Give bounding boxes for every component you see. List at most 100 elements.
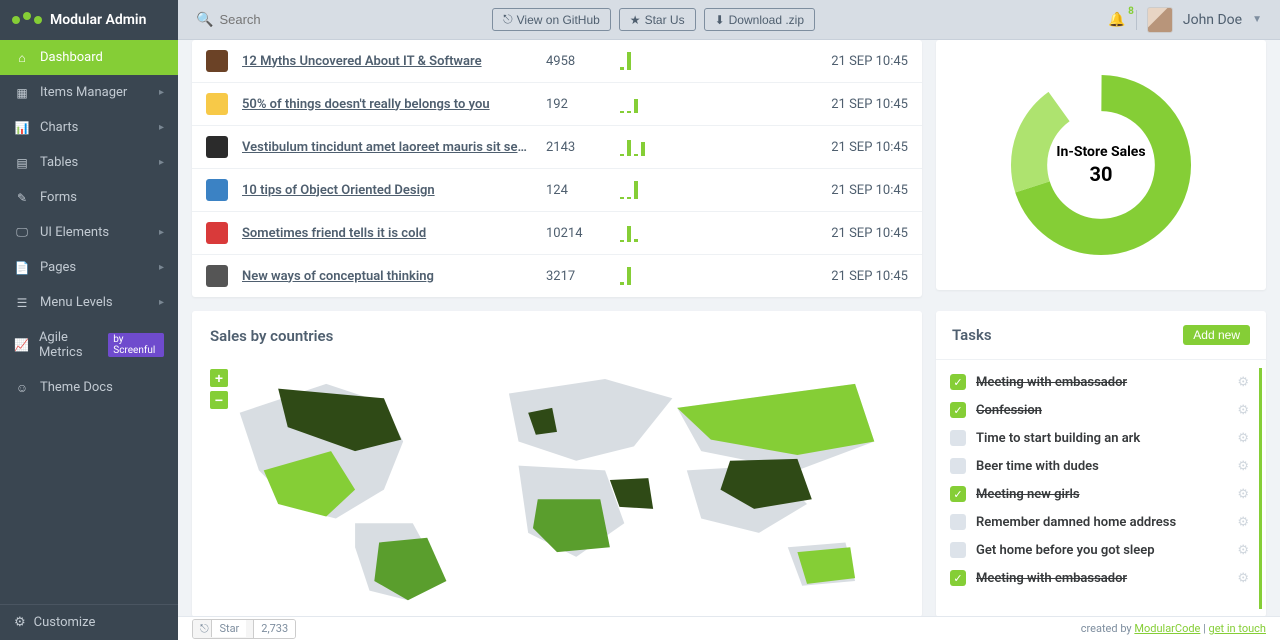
task-item: ✓ Meeting new girls ⚙ <box>950 480 1249 508</box>
nav-icon: ✎ <box>14 191 30 205</box>
article-sparkline <box>620 224 730 242</box>
donut-label: In-Store Sales 30 <box>1056 144 1145 186</box>
sidebar-item-items-manager[interactable]: ▦Items Manager▸ <box>0 75 178 110</box>
articles-table: 12 Myths Uncovered About IT & Software 4… <box>192 40 922 297</box>
task-checkbox[interactable] <box>950 430 966 446</box>
github-star-label: ⎋ Star <box>193 620 253 638</box>
tasks-card: Tasks Add new ✓ Meeting with embassador … <box>936 311 1266 616</box>
footer: ⎋ Star 2,733 created by ModularCode | ge… <box>178 616 1280 640</box>
nav-icon: 🖵 <box>14 225 30 240</box>
footer-link-contact[interactable]: get in touch <box>1209 622 1266 635</box>
task-gear-icon[interactable]: ⚙ <box>1237 543 1249 558</box>
article-row: 50% of things doesn't really belongs to … <box>192 83 922 126</box>
article-icon <box>206 265 228 287</box>
sidebar-item-agile-metrics[interactable]: 📈Agile Metricsby Screenful <box>0 320 178 370</box>
tasks-header: Tasks Add new <box>936 311 1266 360</box>
notifications-button[interactable]: 🔔8 <box>1108 12 1125 28</box>
github-star-widget[interactable]: ⎋ Star 2,733 <box>192 619 296 639</box>
task-gear-icon[interactable]: ⚙ <box>1237 515 1249 530</box>
footer-link-modularcode[interactable]: ModularCode <box>1134 622 1200 635</box>
article-title-link[interactable]: New ways of conceptual thinking <box>242 269 532 284</box>
search-input[interactable] <box>219 12 339 27</box>
sidebar-item-theme-docs[interactable]: ☺Theme Docs <box>0 370 178 405</box>
article-title-link[interactable]: Vestibulum tincidunt amet laoreet mauris… <box>242 140 532 155</box>
task-text: Time to start building an ark <box>976 431 1227 446</box>
nav-icon: 📈 <box>14 338 29 352</box>
nav-label: Tables <box>40 155 78 170</box>
sidebar-item-charts[interactable]: 📊Charts▸ <box>0 110 178 145</box>
map-zoom: + − <box>210 369 228 409</box>
chevron-down-icon[interactable]: ▼ <box>1252 14 1262 25</box>
article-sparkline <box>620 138 730 156</box>
search-icon: 🔍 <box>196 12 213 28</box>
chevron-right-icon: ▸ <box>159 227 164 238</box>
user-name[interactable]: John Doe <box>1183 12 1242 28</box>
article-sparkline <box>620 95 730 113</box>
task-checkbox[interactable] <box>950 542 966 558</box>
article-date: 21 SEP 10:45 <box>831 269 908 284</box>
task-checkbox[interactable]: ✓ <box>950 402 966 418</box>
customize-label: Customize <box>34 615 96 630</box>
task-gear-icon[interactable]: ⚙ <box>1237 431 1249 446</box>
sidebar-item-pages[interactable]: 📄Pages▸ <box>0 250 178 285</box>
search-box[interactable]: 🔍 <box>196 12 339 28</box>
article-sparkline <box>620 267 730 285</box>
task-gear-icon[interactable]: ⚙ <box>1237 571 1249 586</box>
task-checkbox[interactable]: ✓ <box>950 486 966 502</box>
task-checkbox[interactable] <box>950 514 966 530</box>
brand-name: Modular Admin <box>50 12 146 28</box>
task-checkbox[interactable]: ✓ <box>950 570 966 586</box>
sidebar-item-menu-levels[interactable]: ☰Menu Levels▸ <box>0 285 178 320</box>
article-sparkline <box>620 52 730 70</box>
article-title-link[interactable]: Sometimes friend tells it is cold <box>242 226 532 241</box>
github-icon: ⎋ <box>503 12 513 27</box>
download-button[interactable]: ⬇Download .zip <box>704 8 815 31</box>
task-gear-icon[interactable]: ⚙ <box>1237 403 1249 418</box>
article-row: Vestibulum tincidunt amet laoreet mauris… <box>192 126 922 169</box>
article-icon <box>206 222 228 244</box>
brand-logo-icon <box>12 16 42 24</box>
nav-label: Charts <box>40 120 78 135</box>
main: 12 Myths Uncovered About IT & Software 4… <box>178 40 1280 616</box>
article-icon <box>206 136 228 158</box>
article-views: 124 <box>546 183 606 198</box>
task-gear-icon[interactable]: ⚙ <box>1237 487 1249 502</box>
nav-icon: ☺ <box>14 381 30 395</box>
article-title-link[interactable]: 10 tips of Object Oriented Design <box>242 183 532 198</box>
chevron-right-icon: ▸ <box>159 262 164 273</box>
zoom-out-button[interactable]: − <box>210 391 228 409</box>
article-row: 12 Myths Uncovered About IT & Software 4… <box>192 40 922 83</box>
task-gear-icon[interactable]: ⚙ <box>1237 459 1249 474</box>
article-title-link[interactable]: 50% of things doesn't really belongs to … <box>242 97 532 112</box>
brand[interactable]: Modular Admin <box>0 0 178 40</box>
article-title-link[interactable]: 12 Myths Uncovered About IT & Software <box>242 54 532 69</box>
task-gear-icon[interactable]: ⚙ <box>1237 375 1249 390</box>
task-checkbox[interactable]: ✓ <box>950 374 966 390</box>
article-date: 21 SEP 10:45 <box>831 140 908 155</box>
task-checkbox[interactable] <box>950 458 966 474</box>
header-buttons: ⎋View on GitHub ★Star Us ⬇Download .zip <box>492 8 815 31</box>
article-views: 2143 <box>546 140 606 155</box>
article-date: 21 SEP 10:45 <box>831 97 908 112</box>
add-new-button[interactable]: Add new <box>1183 325 1250 345</box>
nav-label: UI Elements <box>40 225 109 240</box>
sidebar-item-dashboard[interactable]: ⌂Dashboard <box>0 40 178 75</box>
header: 🔍 ⎋View on GitHub ★Star Us ⬇Download .zi… <box>178 0 1280 40</box>
world-map[interactable] <box>210 355 904 605</box>
nav-label: Pages <box>40 260 76 275</box>
task-item: Remember damned home address ⚙ <box>950 508 1249 536</box>
zoom-in-button[interactable]: + <box>210 369 228 387</box>
task-item: Time to start building an ark ⚙ <box>950 424 1249 452</box>
sidebar-item-tables[interactable]: ▤Tables▸ <box>0 145 178 180</box>
article-views: 4958 <box>546 54 606 69</box>
article-views: 10214 <box>546 226 606 241</box>
article-date: 21 SEP 10:45 <box>831 183 908 198</box>
star-us-button[interactable]: ★Star Us <box>619 8 696 31</box>
sidebar-item-ui-elements[interactable]: 🖵 UI Elements ▸ <box>0 215 178 250</box>
github-button[interactable]: ⎋View on GitHub <box>492 8 611 31</box>
customize-button[interactable]: ⚙Customize <box>0 604 178 640</box>
sidebar-item-forms[interactable]: ✎Forms <box>0 180 178 215</box>
article-date: 21 SEP 10:45 <box>831 54 908 69</box>
avatar[interactable] <box>1147 7 1173 33</box>
task-text: Get home before you got sleep <box>976 543 1227 558</box>
